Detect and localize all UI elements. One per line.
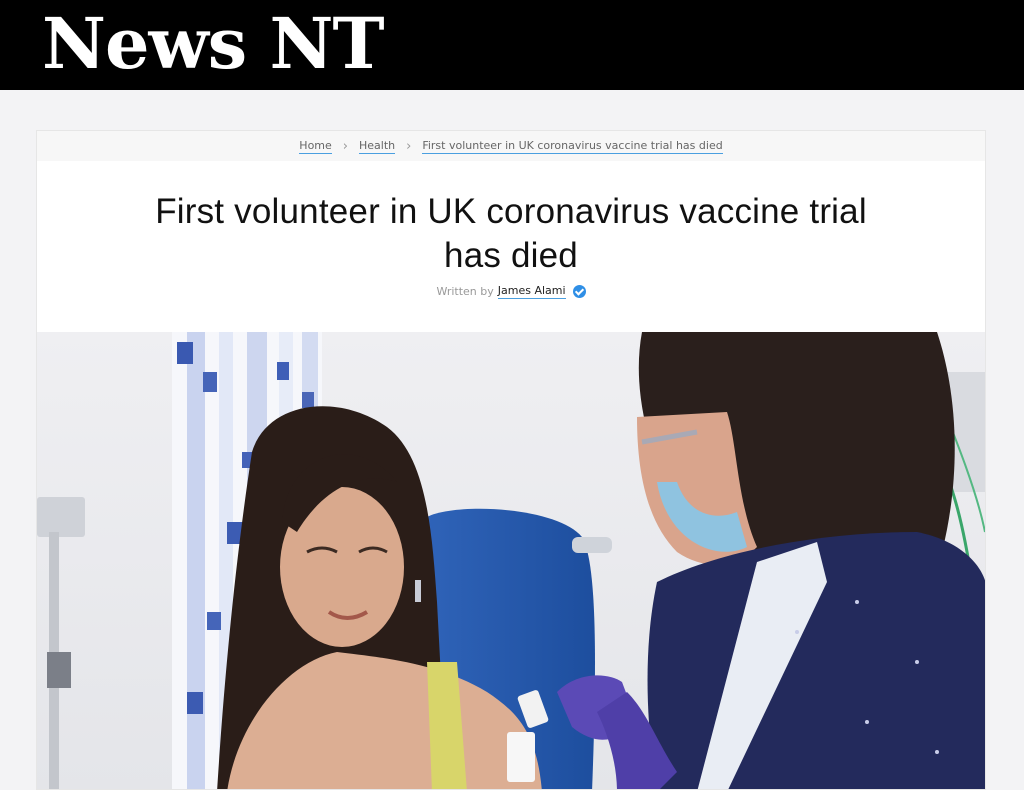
hero-image (37, 332, 985, 789)
byline: Written by James Alami (37, 284, 985, 299)
breadcrumb-health[interactable]: Health (358, 139, 396, 154)
author-link[interactable]: James Alami (497, 284, 566, 299)
article-card: Home › Health › First volunteer in UK co… (36, 130, 986, 790)
breadcrumb-current-article[interactable]: First volunteer in UK coronavirus vaccin… (422, 139, 723, 154)
site-header: News NT (0, 0, 1024, 90)
hero-photo-illustration (37, 332, 985, 789)
article-title: First volunteer in UK coronavirus vaccin… (155, 192, 867, 275)
chevron-right-icon: › (342, 138, 348, 154)
breadcrumb-home[interactable]: Home (299, 139, 332, 154)
site-logo[interactable]: News NT (42, 2, 385, 86)
chevron-right-icon: › (406, 138, 412, 154)
breadcrumb: Home › Health › First volunteer in UK co… (37, 131, 985, 161)
written-by-label: Written by (436, 285, 494, 298)
verified-check-icon (572, 285, 586, 298)
